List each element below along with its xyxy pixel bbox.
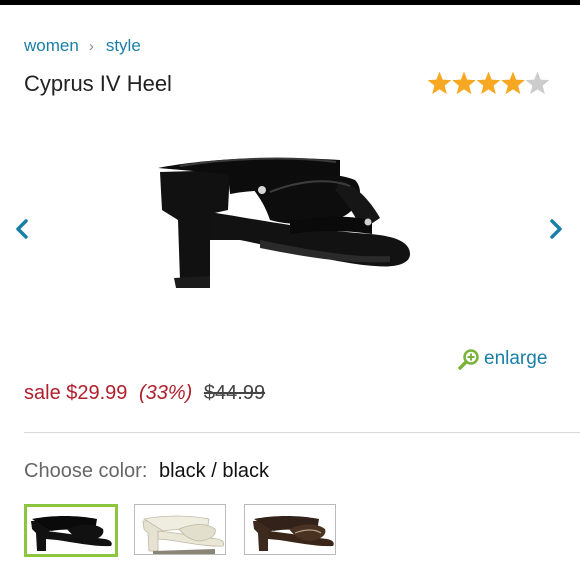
divider (24, 432, 580, 433)
enlarge-label: enlarge (484, 348, 548, 369)
breadcrumb-link-style[interactable]: style (106, 36, 141, 56)
star-filled-icon (476, 71, 501, 95)
selected-color-value: black / black (158, 460, 270, 482)
enlarge-button[interactable]: enlarge (458, 348, 547, 370)
product-image (158, 157, 410, 288)
star-empty-icon (525, 71, 550, 95)
chevron-right-icon (550, 219, 562, 239)
previous-image-button[interactable] (14, 218, 30, 240)
swatch-image-cream (135, 505, 225, 554)
chevron-left-icon (16, 219, 28, 239)
zoom-in-icon (458, 349, 479, 370)
star-filled-icon (427, 71, 452, 95)
swatch-image-brown (245, 505, 335, 554)
star-filled-icon (501, 71, 525, 95)
star-filled-icon (452, 71, 476, 95)
color-swatch-black[interactable] (24, 504, 118, 557)
sale-price: sale $29.99 (24, 382, 128, 404)
product-title: Cyprus IV Heel (24, 71, 172, 96)
discount-percent: (33%) (138, 382, 193, 404)
breadcrumb-link-women[interactable]: women (24, 36, 79, 56)
color-swatch-cream[interactable] (134, 504, 226, 555)
swatch-image-black (27, 507, 115, 554)
product-gallery (0, 120, 580, 330)
top-bar (0, 0, 580, 5)
next-image-button[interactable] (548, 218, 564, 240)
star-rating-icon (427, 71, 550, 95)
color-swatch-brown[interactable] (244, 504, 336, 555)
breadcrumb: women › style (24, 36, 141, 56)
color-selector-label: Choose color: black / black (24, 460, 269, 483)
choose-color-label: Choose color: (24, 460, 148, 482)
price-line: sale $29.99 (33%) $44.99 (24, 382, 265, 405)
breadcrumb-separator: › (88, 37, 94, 55)
rating-stars (427, 68, 551, 100)
original-price: $44.99 (203, 382, 266, 404)
